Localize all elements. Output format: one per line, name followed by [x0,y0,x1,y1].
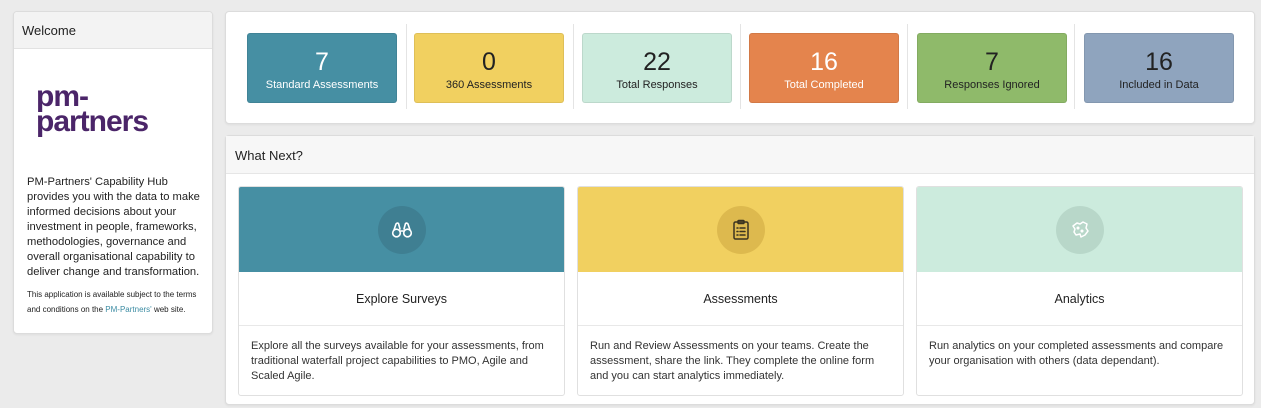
stat-value: 0 [482,48,496,76]
welcome-description: PM-Partners' Capability Hub provides you… [27,176,200,278]
stat-divider [406,24,407,109]
card-title: Assessments [578,272,903,326]
stat-value: 7 [985,48,999,76]
card-banner [578,187,903,272]
logo-text-line2: partners [36,105,149,138]
terms-suffix: web site. [151,305,186,314]
card-banner [917,187,1242,272]
welcome-title: Welcome [14,12,212,49]
stat-value: 16 [1145,48,1173,76]
stats-panel: 7 Standard Assessments 0 360 Assessments… [225,11,1255,124]
what-next-panel: What Next? Explore Surveys Explore all t… [225,135,1255,405]
stat-included-in-data[interactable]: 16 Included in Data [1084,33,1234,103]
icon-circle [716,206,765,254]
card-title: Explore Surveys [239,272,564,326]
welcome-panel: Welcome pm- partners PM-Partners' Capabi… [13,11,213,334]
stat-total-completed[interactable]: 16 Total Completed [749,33,899,103]
card-description: Run analytics on your completed assessme… [929,340,1224,367]
stat-label: 360 Assessments [445,79,533,91]
stat-value: 16 [810,48,838,76]
card-explore-surveys[interactable]: Explore Surveys Explore all the surveys … [238,186,565,396]
stat-divider [740,24,741,109]
what-next-title: What Next? [226,136,1254,174]
map-icon [1071,221,1089,238]
stat-divider [1074,24,1075,109]
stat-total-responses[interactable]: 22 Total Responses [582,33,732,103]
stat-label: Total Responses [616,79,698,91]
stat-label: Responses Ignored [944,79,1040,91]
card-description: Explore all the surveys available for yo… [251,340,544,382]
stat-divider [573,24,574,109]
pm-partners-link[interactable]: PM-Partners' [105,305,151,314]
stat-value: 7 [315,48,329,76]
card-analytics[interactable]: Analytics Run analytics on your complete… [916,186,1243,396]
binoculars-icon [391,222,412,238]
icon-circle [377,206,426,254]
card-description: Run and Review Assessments on your teams… [590,340,875,382]
stat-responses-ignored[interactable]: 7 Responses Ignored [917,33,1067,103]
terms-notice: This application is available subject to… [27,287,202,317]
stat-label: Standard Assessments [265,79,379,91]
clipboard-icon [732,219,749,240]
stat-value: 22 [643,48,671,76]
card-title: Analytics [917,272,1242,326]
card-assessments[interactable]: Assessments Run and Review Assessments o… [577,186,904,396]
pm-partners-logo: pm- partners [36,82,212,145]
stat-standard-assessments[interactable]: 7 Standard Assessments [247,33,397,103]
stat-label: Total Completed [784,79,864,91]
card-banner [239,187,564,272]
stat-360-assessments[interactable]: 0 360 Assessments [414,33,564,103]
stat-label: Included in Data [1119,79,1199,91]
icon-circle [1055,206,1104,254]
stat-divider [907,24,908,109]
